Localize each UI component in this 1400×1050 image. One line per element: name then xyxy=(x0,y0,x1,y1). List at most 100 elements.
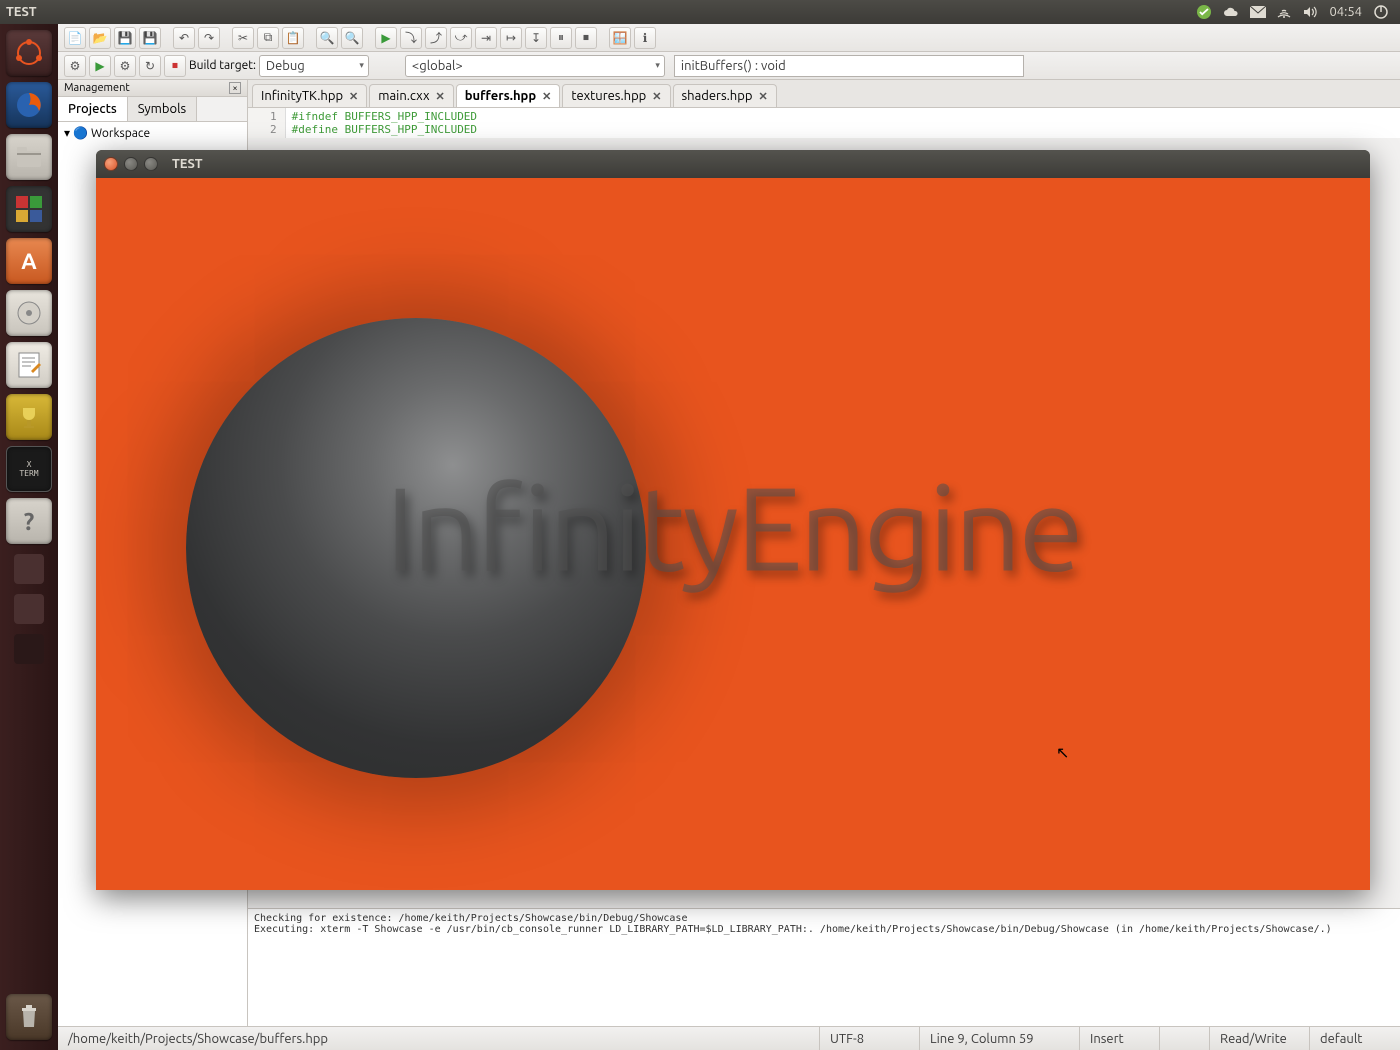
debug-pause-button[interactable]: ⏸ xyxy=(550,27,572,49)
network-icon[interactable] xyxy=(1276,5,1292,19)
run-button[interactable]: ▶ xyxy=(375,27,397,49)
management-title-text: Management xyxy=(64,82,130,94)
file-tab[interactable]: main.cxx ✕ xyxy=(369,84,454,107)
code-line: #ifndef BUFFERS_HPP_INCLUDED xyxy=(292,110,477,123)
new-file-button[interactable]: 📄 xyxy=(64,27,86,49)
debug-over-button[interactable]: ⤴ xyxy=(425,27,447,49)
app-icon-trophy[interactable] xyxy=(6,394,52,440)
log-line: Checking for existence: /home/keith/Proj… xyxy=(254,913,1394,924)
file-tab-label: InfinityTK.hpp xyxy=(261,89,343,103)
close-tab-icon[interactable]: ✕ xyxy=(542,90,551,103)
save-button[interactable]: 💾 xyxy=(114,27,136,49)
debug-window-button[interactable]: 🪟 xyxy=(609,27,631,49)
file-tab-label: buffers.hpp xyxy=(465,89,536,103)
tree-expand-icon[interactable]: ▾ xyxy=(64,126,70,140)
small-tile-2[interactable] xyxy=(14,594,44,624)
window-minimize-button[interactable] xyxy=(124,157,138,171)
debug-info-button[interactable]: ℹ xyxy=(634,27,656,49)
tab-projects[interactable]: Projects xyxy=(58,97,128,121)
debug-out-button[interactable]: ⤻ xyxy=(450,27,472,49)
file-tab-label: main.cxx xyxy=(378,89,429,103)
tree-root[interactable]: ▾ 🔵 Workspace xyxy=(64,126,241,140)
trash-icon[interactable] xyxy=(6,994,52,1040)
debug-next-button[interactable]: ↦ xyxy=(500,27,522,49)
top-panel: TEST 04:54 xyxy=(0,0,1400,24)
paste-button[interactable]: 📋 xyxy=(282,27,304,49)
app-icon-1[interactable]: A xyxy=(6,238,52,284)
cloud-icon[interactable] xyxy=(1222,5,1240,19)
file-tab[interactable]: shaders.hpp ✕ xyxy=(673,84,777,107)
build-button[interactable]: ⚙ xyxy=(64,55,86,77)
engine-logo-text: InfinityEngine xyxy=(385,461,1081,593)
build-target-dropdown[interactable]: Debug xyxy=(259,55,369,77)
debug-stop-button[interactable]: ⏹ xyxy=(575,27,597,49)
management-close-button[interactable]: × xyxy=(229,82,241,94)
find-button[interactable]: 🔍 xyxy=(316,27,338,49)
file-tab-label: textures.hpp xyxy=(571,89,646,103)
render-canvas: InfinityEngine ↖ xyxy=(96,178,1370,890)
status-bar: /home/keith/Projects/Showcase/buffers.hp… xyxy=(58,1026,1400,1050)
file-tab-active[interactable]: buffers.hpp ✕ xyxy=(456,84,561,107)
firefox-icon[interactable] xyxy=(6,82,52,128)
text-editor-icon[interactable] xyxy=(6,342,52,388)
window-close-button[interactable] xyxy=(104,157,118,171)
disk-icon[interactable] xyxy=(6,290,52,336)
open-button[interactable]: 📂 xyxy=(89,27,111,49)
debug-cursor-button[interactable]: ⇥ xyxy=(475,27,497,49)
dash-icon[interactable] xyxy=(6,30,52,76)
file-tab-label: shaders.hpp xyxy=(682,89,753,103)
clock[interactable]: 04:54 xyxy=(1329,5,1362,19)
toolbar-main: 📄 📂 💾 💾 ↶ ↷ ✂ ⧉ 📋 🔍 🔍 ▶ ⤵ ⤴ ⤻ ⇥ ↦ ↧ ⏸ ⏹ … xyxy=(58,24,1400,52)
terminal-icon[interactable]: XTERM xyxy=(6,446,52,492)
function-field[interactable]: initBuffers() : void xyxy=(674,55,1024,77)
management-title: Management × xyxy=(58,80,247,97)
workspace-icon[interactable] xyxy=(6,186,52,232)
file-tab[interactable]: textures.hpp ✕ xyxy=(562,84,670,107)
copy-button[interactable]: ⧉ xyxy=(257,27,279,49)
redo-button[interactable]: ↷ xyxy=(198,27,220,49)
code-line: #define BUFFERS_HPP_INCLUDED xyxy=(292,123,477,136)
help-icon[interactable]: ? xyxy=(6,498,52,544)
status-mode: Insert xyxy=(1080,1027,1160,1050)
abort-button[interactable]: ⏹ xyxy=(164,55,186,77)
close-tab-icon[interactable]: ✕ xyxy=(652,90,661,103)
debug-step-button[interactable]: ⤵ xyxy=(400,27,422,49)
close-tab-icon[interactable]: ✕ xyxy=(349,90,358,103)
rebuild-button[interactable]: ↻ xyxy=(139,55,161,77)
undo-button[interactable]: ↶ xyxy=(173,27,195,49)
files-icon[interactable] xyxy=(6,134,52,180)
management-tabs: Projects Symbols xyxy=(58,97,247,122)
test-window-title: TEST xyxy=(172,157,203,171)
small-tile-1[interactable] xyxy=(14,554,44,584)
replace-button[interactable]: 🔍 xyxy=(341,27,363,49)
test-titlebar[interactable]: TEST xyxy=(96,150,1370,178)
tab-symbols[interactable]: Symbols xyxy=(128,97,197,121)
close-tab-icon[interactable]: ✕ xyxy=(436,90,445,103)
sync-icon[interactable] xyxy=(1196,4,1212,20)
cut-button[interactable]: ✂ xyxy=(232,27,254,49)
volume-icon[interactable] xyxy=(1302,5,1318,19)
save-all-button[interactable]: 💾 xyxy=(139,27,161,49)
debug-into-button[interactable]: ↧ xyxy=(525,27,547,49)
unity-launcher: A XTERM ? xyxy=(0,24,58,1050)
line-gutter: 1 2 xyxy=(248,108,286,138)
mail-icon[interactable] xyxy=(1250,6,1266,18)
window-maximize-button[interactable] xyxy=(144,157,158,171)
build-log-panel[interactable]: Checking for existence: /home/keith/Proj… xyxy=(248,908,1400,1026)
status-path: /home/keith/Projects/Showcase/buffers.hp… xyxy=(58,1027,820,1050)
power-icon[interactable] xyxy=(1373,4,1389,20)
scope-dropdown[interactable]: <global> xyxy=(405,55,665,77)
mouse-cursor-icon: ↖ xyxy=(1056,743,1069,762)
build-run-button[interactable]: ⚙ xyxy=(114,55,136,77)
code-area[interactable]: #ifndef BUFFERS_HPP_INCLUDED #define BUF… xyxy=(286,108,483,138)
tree-root-label: Workspace xyxy=(91,127,150,140)
run-build-button[interactable]: ▶ xyxy=(89,55,111,77)
file-tab[interactable]: InfinityTK.hpp ✕ xyxy=(252,84,367,107)
status-rw: Read/Write xyxy=(1210,1027,1310,1050)
code-editor[interactable]: 1 2 #ifndef BUFFERS_HPP_INCLUDED #define… xyxy=(248,108,1400,138)
workspace-icon-small: 🔵 xyxy=(73,126,88,140)
test-app-window[interactable]: TEST InfinityEngine ↖ xyxy=(96,150,1370,890)
close-tab-icon[interactable]: ✕ xyxy=(758,90,767,103)
small-tile-3[interactable] xyxy=(14,634,44,664)
panel-app-title: TEST xyxy=(6,5,37,19)
